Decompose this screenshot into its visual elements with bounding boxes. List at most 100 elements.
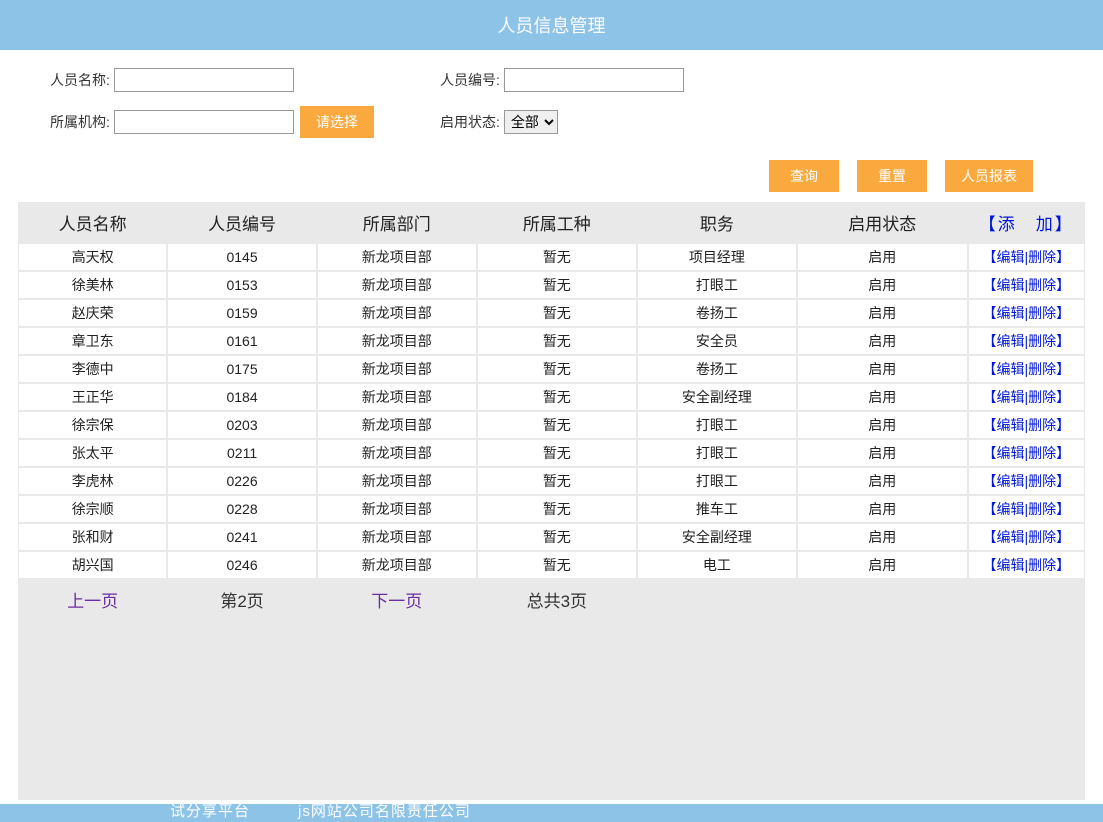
delete-link[interactable]: 删除 — [1028, 445, 1056, 461]
choose-org-button[interactable]: 请选择 — [300, 106, 374, 138]
status-label: 启用状态: — [440, 112, 500, 132]
th-name: 人员名称 — [18, 202, 167, 243]
delete-link[interactable]: 删除 — [1028, 249, 1056, 265]
cell-work: 暂无 — [477, 439, 637, 467]
cell-status: 启用 — [797, 383, 968, 411]
next-page-link[interactable]: 下一页 — [371, 592, 422, 611]
cell-dept: 新龙项目部 — [317, 467, 477, 495]
cell-name: 章卫东 — [18, 327, 167, 355]
cell-code: 0203 — [167, 411, 316, 439]
person-table: 人员名称 人员编号 所属部门 所属工种 职务 启用状态 【添 加】 高天权014… — [18, 202, 1085, 620]
status-group: 启用状态: 全部 — [440, 110, 558, 134]
table-row: 李德中0175新龙项目部暂无卷扬工启用【编辑|删除】 — [18, 355, 1085, 383]
cell-actions: 【编辑|删除】 — [968, 467, 1085, 495]
cell-work: 暂无 — [477, 551, 637, 579]
cell-job: 安全副经理 — [637, 383, 797, 411]
cell-work: 暂无 — [477, 411, 637, 439]
cell-actions: 【编辑|删除】 — [968, 439, 1085, 467]
cell-code: 0145 — [167, 243, 316, 271]
pager-next[interactable]: 下一页 — [317, 579, 477, 620]
th-work: 所属工种 — [477, 202, 637, 243]
delete-link[interactable]: 删除 — [1028, 277, 1056, 293]
delete-link[interactable]: 删除 — [1028, 305, 1056, 321]
cell-work: 暂无 — [477, 243, 637, 271]
delete-link[interactable]: 删除 — [1028, 361, 1056, 377]
table-row: 张和财0241新龙项目部暂无安全副经理启用【编辑|删除】 — [18, 523, 1085, 551]
edit-link[interactable]: 编辑 — [996, 529, 1024, 545]
cell-job: 电工 — [637, 551, 797, 579]
delete-link[interactable]: 删除 — [1028, 529, 1056, 545]
cell-code: 0184 — [167, 383, 316, 411]
name-input[interactable] — [114, 68, 294, 92]
search-row-2: 所属机构: 请选择 启用状态: 全部 — [50, 106, 1053, 138]
cell-job: 打眼工 — [637, 439, 797, 467]
edit-link[interactable]: 编辑 — [996, 557, 1024, 573]
cell-code: 0175 — [167, 355, 316, 383]
footer-bar: 试分享平台 js网站公司名限责任公司 — [0, 804, 1103, 822]
pager-prev[interactable]: 上一页 — [18, 579, 167, 620]
table-row: 胡兴国0246新龙项目部暂无电工启用【编辑|删除】 — [18, 551, 1085, 579]
cell-status: 启用 — [797, 411, 968, 439]
cell-name: 徐美林 — [18, 271, 167, 299]
code-input[interactable] — [504, 68, 684, 92]
cell-status: 启用 — [797, 243, 968, 271]
cell-dept: 新龙项目部 — [317, 551, 477, 579]
edit-link[interactable]: 编辑 — [996, 277, 1024, 293]
edit-link[interactable]: 编辑 — [996, 473, 1024, 489]
edit-link[interactable]: 编辑 — [996, 249, 1024, 265]
delete-link[interactable]: 删除 — [1028, 501, 1056, 517]
table-row: 徐宗保0203新龙项目部暂无打眼工启用【编辑|删除】 — [18, 411, 1085, 439]
edit-link[interactable]: 编辑 — [996, 389, 1024, 405]
cell-status: 启用 — [797, 299, 968, 327]
org-group: 所属机构: 请选择 — [50, 106, 440, 138]
th-add-button[interactable]: 【添 加】 — [968, 202, 1085, 243]
cell-actions: 【编辑|删除】 — [968, 411, 1085, 439]
cell-dept: 新龙项目部 — [317, 439, 477, 467]
cell-status: 启用 — [797, 495, 968, 523]
pager-empty-3 — [968, 579, 1085, 620]
table-header-row: 人员名称 人员编号 所属部门 所属工种 职务 启用状态 【添 加】 — [18, 202, 1085, 243]
table-row: 张太平0211新龙项目部暂无打眼工启用【编辑|删除】 — [18, 439, 1085, 467]
reset-button[interactable]: 重置 — [857, 160, 927, 192]
search-area: 人员名称: 人员编号: 所属机构: 请选择 启用状态: 全部 — [0, 50, 1103, 160]
prev-page-link[interactable]: 上一页 — [67, 592, 118, 611]
query-button[interactable]: 查询 — [769, 160, 839, 192]
edit-link[interactable]: 编辑 — [996, 361, 1024, 377]
footer-text: 试分享平台 js网站公司名限责任公司 — [170, 800, 471, 821]
cell-name: 李德中 — [18, 355, 167, 383]
delete-link[interactable]: 删除 — [1028, 389, 1056, 405]
th-code: 人员编号 — [167, 202, 316, 243]
cell-dept: 新龙项目部 — [317, 383, 477, 411]
cell-status: 启用 — [797, 551, 968, 579]
report-button[interactable]: 人员报表 — [945, 160, 1033, 192]
org-input[interactable] — [114, 110, 294, 134]
cell-actions: 【编辑|删除】 — [968, 495, 1085, 523]
cell-work: 暂无 — [477, 383, 637, 411]
delete-link[interactable]: 删除 — [1028, 417, 1056, 433]
add-link[interactable]: 【添 加】 — [979, 215, 1074, 234]
cell-dept: 新龙项目部 — [317, 327, 477, 355]
cell-code: 0241 — [167, 523, 316, 551]
cell-name: 徐宗保 — [18, 411, 167, 439]
pager-total: 总共3页 — [477, 579, 637, 620]
cell-work: 暂无 — [477, 299, 637, 327]
edit-link[interactable]: 编辑 — [996, 417, 1024, 433]
cell-code: 0226 — [167, 467, 316, 495]
cell-status: 启用 — [797, 467, 968, 495]
edit-link[interactable]: 编辑 — [996, 445, 1024, 461]
delete-link[interactable]: 删除 — [1028, 557, 1056, 573]
cell-job: 卷扬工 — [637, 299, 797, 327]
edit-link[interactable]: 编辑 — [996, 501, 1024, 517]
delete-link[interactable]: 删除 — [1028, 473, 1056, 489]
cell-dept: 新龙项目部 — [317, 271, 477, 299]
edit-link[interactable]: 编辑 — [996, 333, 1024, 349]
cell-name: 徐宗顺 — [18, 495, 167, 523]
cell-name: 李虎林 — [18, 467, 167, 495]
table-row: 李虎林0226新龙项目部暂无打眼工启用【编辑|删除】 — [18, 467, 1085, 495]
status-select[interactable]: 全部 — [504, 110, 558, 134]
pager-empty-1 — [637, 579, 797, 620]
table-row: 赵庆荣0159新龙项目部暂无卷扬工启用【编辑|删除】 — [18, 299, 1085, 327]
delete-link[interactable]: 删除 — [1028, 333, 1056, 349]
cell-dept: 新龙项目部 — [317, 355, 477, 383]
edit-link[interactable]: 编辑 — [996, 305, 1024, 321]
